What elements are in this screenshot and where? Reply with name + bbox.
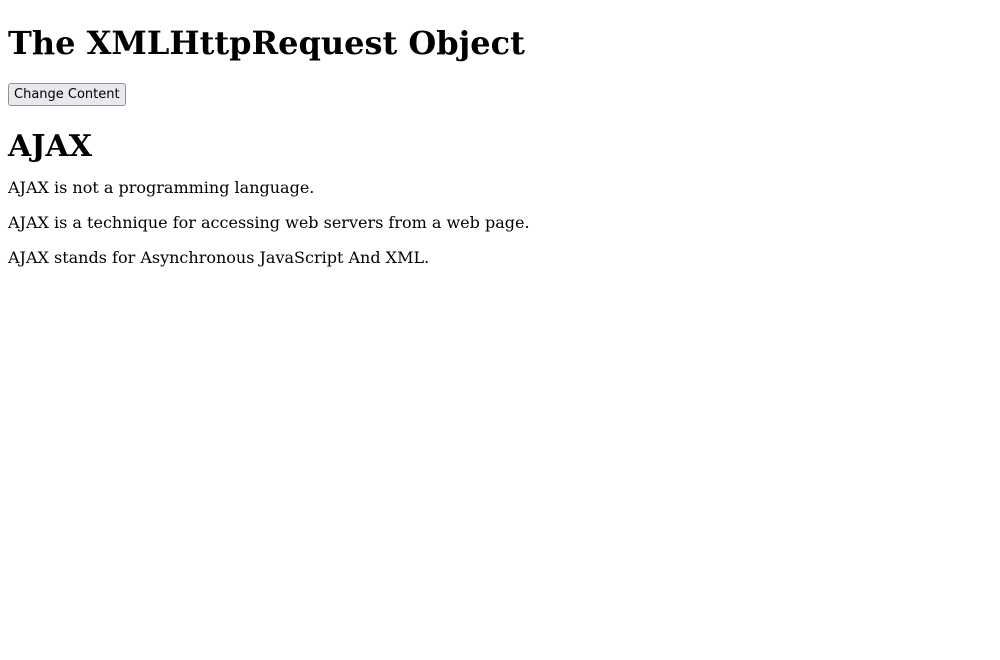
demo-paragraph-2: AJAX is a technique for accessing web se… <box>8 213 530 233</box>
demo-content: AJAX AJAX is not a programming language.… <box>8 128 992 269</box>
page-title: The XMLHttpRequest Object <box>8 24 525 62</box>
demo-paragraph-1: AJAX is not a programming language. <box>8 178 315 198</box>
change-content-button[interactable]: Change Content <box>8 82 126 106</box>
demo-paragraph-3: AJAX stands for Asynchronous JavaScript … <box>8 248 430 268</box>
demo-heading: AJAX <box>8 128 93 164</box>
